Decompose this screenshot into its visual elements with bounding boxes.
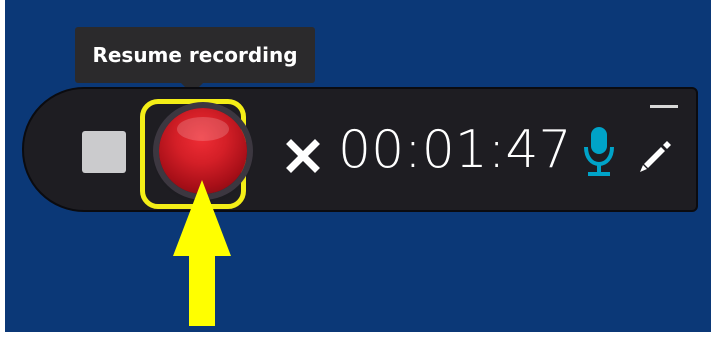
minimize-icon[interactable] (650, 105, 678, 108)
pencil-icon[interactable] (636, 137, 674, 175)
stop-button[interactable] (82, 131, 126, 173)
recording-timer: 00:01:47 (338, 120, 572, 180)
tooltip-text: Resume recording (92, 43, 298, 67)
close-icon[interactable] (284, 137, 322, 175)
screen-background: Resume recording 00:01:47 (5, 0, 711, 332)
resume-recording-tooltip: Resume recording (75, 27, 315, 83)
recording-control-bar: 00:01:47 (22, 87, 698, 212)
yellow-up-arrow-icon (173, 180, 231, 326)
microphone-icon[interactable] (582, 125, 616, 177)
